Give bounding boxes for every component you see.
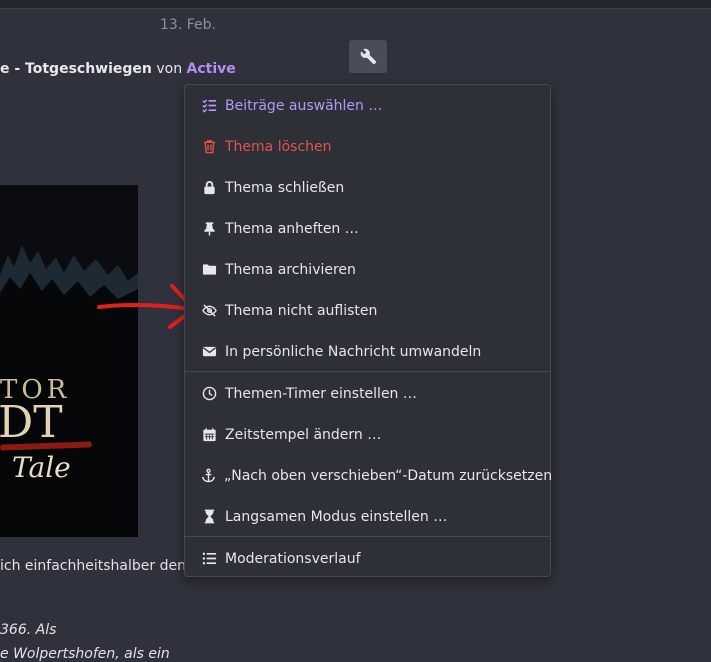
menu-item-unlist-topic[interactable]: Thema nicht auflisten xyxy=(185,290,550,331)
lock-icon xyxy=(201,180,217,196)
author-link[interactable]: Active xyxy=(187,61,236,77)
envelope-icon xyxy=(201,344,217,360)
menu-item-label: Themen-Timer einstellen … xyxy=(225,385,417,402)
thumbtack-icon xyxy=(201,221,217,237)
post-date: 13. Feb. xyxy=(160,17,216,33)
menu-separator xyxy=(185,371,550,372)
post-header: e - Totgeschwiegen von Active xyxy=(0,61,236,77)
eye-slash-icon xyxy=(201,303,217,319)
post-italic-line: 366. Als xyxy=(0,622,57,638)
list-icon xyxy=(201,551,217,567)
menu-item-label: Thema anheften … xyxy=(225,220,359,237)
menu-item-label: „Nach oben verschieben“-Datum zurücksetz… xyxy=(224,467,553,484)
menu-item-moderation-history[interactable]: Moderationsverlauf xyxy=(185,538,550,579)
trash-icon xyxy=(201,139,217,155)
post-image: TOR DT Tale xyxy=(0,185,138,537)
poster-text-title: DT xyxy=(0,397,63,448)
post-body-text: ich einfachheitshalber den xyxy=(0,558,186,574)
menu-item-reset-bump-date[interactable]: „Nach oben verschieben“-Datum zurücksetz… xyxy=(185,455,553,496)
menu-item-select-posts[interactable]: Beiträge auswählen … xyxy=(185,85,550,126)
menu-item-topic-timer[interactable]: Themen-Timer einstellen … xyxy=(185,373,550,414)
menu-item-label: Zeitstempel ändern … xyxy=(225,426,382,443)
menu-item-label: Thema archivieren xyxy=(225,261,356,278)
menu-separator xyxy=(185,536,550,537)
by-label: von xyxy=(151,61,187,77)
folder-icon xyxy=(201,262,217,278)
admin-wrench-button[interactable] xyxy=(349,40,387,73)
menu-item-label: Thema schließen xyxy=(225,179,345,196)
poster-text-tale: Tale xyxy=(12,451,71,484)
menu-item-slow-mode[interactable]: Langsamen Modus einstellen … xyxy=(185,496,550,537)
menu-item-label: Langsamen Modus einstellen … xyxy=(225,508,448,525)
calendar-icon xyxy=(201,427,217,443)
menu-item-close-topic[interactable]: Thema schließen xyxy=(185,167,550,208)
menu-item-change-timestamp[interactable]: Zeitstempel ändern … xyxy=(185,414,550,455)
menu-item-archive-topic[interactable]: Thema archivieren xyxy=(185,249,550,290)
hourglass-icon xyxy=(201,509,217,525)
menu-item-label: In persönliche Nachricht umwandeln xyxy=(225,343,482,360)
anchor-icon xyxy=(201,468,216,484)
menu-item-label: Beiträge auswählen … xyxy=(225,97,383,114)
menu-item-label: Thema nicht auflisten xyxy=(225,302,378,319)
clock-icon xyxy=(201,386,217,402)
topic-title[interactable]: e - Totgeschwiegen xyxy=(0,61,152,77)
list-check-icon xyxy=(201,98,217,114)
menu-item-pin-topic[interactable]: Thema anheften … xyxy=(185,208,550,249)
topic-admin-menu: Beiträge auswählen … Thema löschen Thema… xyxy=(184,84,553,579)
menu-item-convert-to-pm[interactable]: In persönliche Nachricht umwandeln xyxy=(185,331,550,372)
menu-item-delete-topic[interactable]: Thema löschen xyxy=(185,126,550,167)
top-bar xyxy=(0,0,711,9)
wrench-icon xyxy=(360,48,376,65)
menu-item-label: Moderationsverlauf xyxy=(225,550,361,567)
menu-item-label: Thema löschen xyxy=(225,138,332,155)
